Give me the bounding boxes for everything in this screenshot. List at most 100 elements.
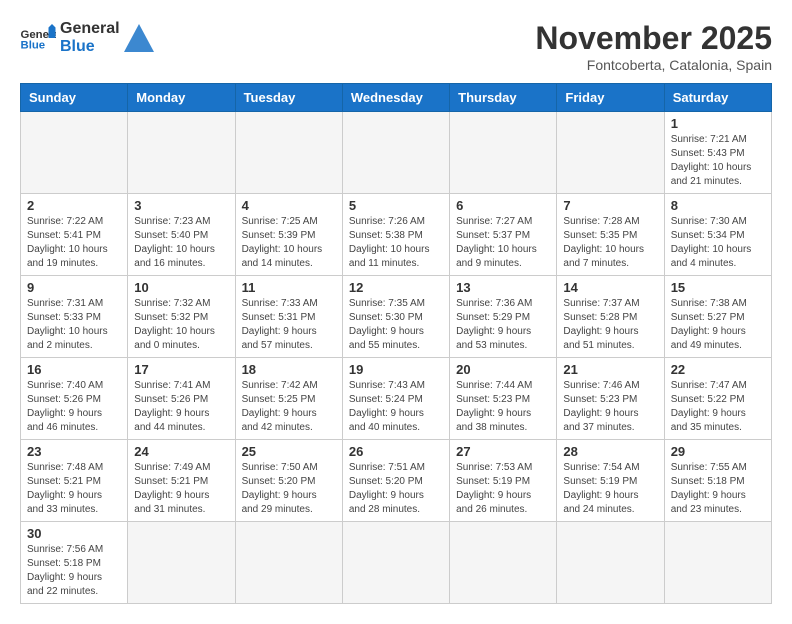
calendar-cell — [235, 522, 342, 604]
calendar-cell: 10 Sunrise: 7:32 AM Sunset: 5:32 PM Dayli… — [128, 276, 235, 358]
calendar-week-4: 16 Sunrise: 7:40 AM Sunset: 5:26 PM Dayli… — [21, 358, 772, 440]
day-number: 12 — [349, 280, 443, 295]
day-info: Sunrise: 7:30 AM Sunset: 5:34 PM Dayligh… — [671, 215, 765, 271]
day-info: Sunrise: 7:38 AM Sunset: 5:27 PM Dayligh… — [671, 297, 765, 353]
calendar-cell: 15 Sunrise: 7:38 AM Sunset: 5:27 PM Dayli… — [664, 276, 771, 358]
calendar-cell: 2 Sunrise: 7:22 AM Sunset: 5:41 PM Daylig… — [21, 194, 128, 276]
calendar-cell: 24 Sunrise: 7:49 AM Sunset: 5:21 PM Dayli… — [128, 440, 235, 522]
day-number: 1 — [671, 116, 765, 131]
day-info: Sunrise: 7:51 AM Sunset: 5:20 PM Dayligh… — [349, 461, 443, 517]
day-number: 21 — [563, 362, 657, 377]
calendar-cell: 11Sunrise: 7:33 AM Sunset: 5:31 PM Dayli… — [235, 276, 342, 358]
calendar-cell — [235, 112, 342, 194]
day-number: 14 — [563, 280, 657, 295]
calendar-cell: 28Sunrise: 7:54 AM Sunset: 5:19 PM Dayli… — [557, 440, 664, 522]
logo-icon: General Blue — [20, 24, 56, 52]
calendar-week-3: 9Sunrise: 7:31 AM Sunset: 5:33 PM Daylig… — [21, 276, 772, 358]
calendar-cell — [450, 112, 557, 194]
calendar-week-1: 1 Sunrise: 7:21 AM Sunset: 5:43 PM Daylig… — [21, 112, 772, 194]
day-info: Sunrise: 7:55 AM Sunset: 5:18 PM Dayligh… — [671, 461, 765, 517]
day-number: 30 — [27, 526, 121, 541]
location-subtitle: Fontcoberta, Catalonia, Spain — [535, 57, 772, 73]
calendar-cell: 29Sunrise: 7:55 AM Sunset: 5:18 PM Dayli… — [664, 440, 771, 522]
day-info: Sunrise: 7:40 AM Sunset: 5:26 PM Dayligh… — [27, 379, 121, 435]
day-number: 17 — [134, 362, 228, 377]
calendar-cell: 25 Sunrise: 7:50 AM Sunset: 5:20 PM Dayli… — [235, 440, 342, 522]
logo-triangle-icon — [124, 24, 154, 52]
calendar-cell — [664, 522, 771, 604]
logo: General Blue General Blue — [20, 20, 154, 55]
calendar-cell: 12 Sunrise: 7:35 AM Sunset: 5:30 PM Dayli… — [342, 276, 449, 358]
calendar-cell: 3Sunrise: 7:23 AM Sunset: 5:40 PM Daylig… — [128, 194, 235, 276]
calendar-cell: 30 Sunrise: 7:56 AM Sunset: 5:18 PM Dayli… — [21, 522, 128, 604]
day-info: Sunrise: 7:32 AM Sunset: 5:32 PM Dayligh… — [134, 297, 228, 353]
day-info: Sunrise: 7:44 AM Sunset: 5:23 PM Dayligh… — [456, 379, 550, 435]
calendar-header-saturday: Saturday — [664, 84, 771, 112]
day-info: Sunrise: 7:37 AM Sunset: 5:28 PM Dayligh… — [563, 297, 657, 353]
day-number: 7 — [563, 198, 657, 213]
day-number: 28 — [563, 444, 657, 459]
day-number: 15 — [671, 280, 765, 295]
logo-general-text: General — [60, 20, 120, 38]
day-number: 2 — [27, 198, 121, 213]
calendar-cell — [557, 112, 664, 194]
calendar-cell — [128, 112, 235, 194]
calendar-cell: 19 Sunrise: 7:43 AM Sunset: 5:24 PM Dayli… — [342, 358, 449, 440]
day-info: Sunrise: 7:49 AM Sunset: 5:21 PM Dayligh… — [134, 461, 228, 517]
calendar-cell: 1 Sunrise: 7:21 AM Sunset: 5:43 PM Daylig… — [664, 112, 771, 194]
calendar-header-wednesday: Wednesday — [342, 84, 449, 112]
title-area: November 2025 Fontcoberta, Catalonia, Sp… — [535, 20, 772, 73]
calendar-cell: 4 Sunrise: 7:25 AM Sunset: 5:39 PM Daylig… — [235, 194, 342, 276]
day-number: 4 — [242, 198, 336, 213]
calendar-cell: 7 Sunrise: 7:28 AM Sunset: 5:35 PM Daylig… — [557, 194, 664, 276]
page-header: General Blue General Blue November 2025 … — [20, 20, 772, 73]
day-number: 8 — [671, 198, 765, 213]
calendar-week-2: 2 Sunrise: 7:22 AM Sunset: 5:41 PM Daylig… — [21, 194, 772, 276]
calendar-table: SundayMondayTuesdayWednesdayThursdayFrid… — [20, 83, 772, 604]
calendar-cell — [128, 522, 235, 604]
day-info: Sunrise: 7:22 AM Sunset: 5:41 PM Dayligh… — [27, 215, 121, 271]
day-info: Sunrise: 7:53 AM Sunset: 5:19 PM Dayligh… — [456, 461, 550, 517]
day-info: Sunrise: 7:47 AM Sunset: 5:22 PM Dayligh… — [671, 379, 765, 435]
calendar-header-row: SundayMondayTuesdayWednesdayThursdayFrid… — [21, 84, 772, 112]
day-info: Sunrise: 7:31 AM Sunset: 5:33 PM Dayligh… — [27, 297, 121, 353]
day-info: Sunrise: 7:48 AM Sunset: 5:21 PM Dayligh… — [27, 461, 121, 517]
day-info: Sunrise: 7:56 AM Sunset: 5:18 PM Dayligh… — [27, 543, 121, 599]
day-number: 10 — [134, 280, 228, 295]
day-number: 24 — [134, 444, 228, 459]
svg-text:Blue: Blue — [21, 39, 46, 51]
day-info: Sunrise: 7:28 AM Sunset: 5:35 PM Dayligh… — [563, 215, 657, 271]
day-info: Sunrise: 7:25 AM Sunset: 5:39 PM Dayligh… — [242, 215, 336, 271]
day-number: 6 — [456, 198, 550, 213]
calendar-cell: 8 Sunrise: 7:30 AM Sunset: 5:34 PM Daylig… — [664, 194, 771, 276]
day-number: 16 — [27, 362, 121, 377]
calendar-header-thursday: Thursday — [450, 84, 557, 112]
day-number: 19 — [349, 362, 443, 377]
calendar-cell: 5Sunrise: 7:26 AM Sunset: 5:38 PM Daylig… — [342, 194, 449, 276]
calendar-week-6: 30 Sunrise: 7:56 AM Sunset: 5:18 PM Dayli… — [21, 522, 772, 604]
calendar-cell: 6Sunrise: 7:27 AM Sunset: 5:37 PM Daylig… — [450, 194, 557, 276]
day-info: Sunrise: 7:43 AM Sunset: 5:24 PM Dayligh… — [349, 379, 443, 435]
calendar-cell — [21, 112, 128, 194]
day-info: Sunrise: 7:50 AM Sunset: 5:20 PM Dayligh… — [242, 461, 336, 517]
calendar-cell: 16 Sunrise: 7:40 AM Sunset: 5:26 PM Dayli… — [21, 358, 128, 440]
day-info: Sunrise: 7:46 AM Sunset: 5:23 PM Dayligh… — [563, 379, 657, 435]
calendar-cell: 22Sunrise: 7:47 AM Sunset: 5:22 PM Dayli… — [664, 358, 771, 440]
day-number: 20 — [456, 362, 550, 377]
day-number: 11 — [242, 280, 336, 295]
calendar-header-monday: Monday — [128, 84, 235, 112]
day-info: Sunrise: 7:26 AM Sunset: 5:38 PM Dayligh… — [349, 215, 443, 271]
calendar-cell — [450, 522, 557, 604]
day-info: Sunrise: 7:35 AM Sunset: 5:30 PM Dayligh… — [349, 297, 443, 353]
logo-blue-text: Blue — [60, 38, 120, 56]
day-info: Sunrise: 7:21 AM Sunset: 5:43 PM Dayligh… — [671, 133, 765, 189]
day-info: Sunrise: 7:41 AM Sunset: 5:26 PM Dayligh… — [134, 379, 228, 435]
calendar-header-sunday: Sunday — [21, 84, 128, 112]
day-number: 25 — [242, 444, 336, 459]
calendar-cell — [342, 522, 449, 604]
calendar-cell: 20 Sunrise: 7:44 AM Sunset: 5:23 PM Dayli… — [450, 358, 557, 440]
day-info: Sunrise: 7:36 AM Sunset: 5:29 PM Dayligh… — [456, 297, 550, 353]
month-title: November 2025 — [535, 20, 772, 57]
day-number: 13 — [456, 280, 550, 295]
calendar-cell: 26Sunrise: 7:51 AM Sunset: 5:20 PM Dayli… — [342, 440, 449, 522]
